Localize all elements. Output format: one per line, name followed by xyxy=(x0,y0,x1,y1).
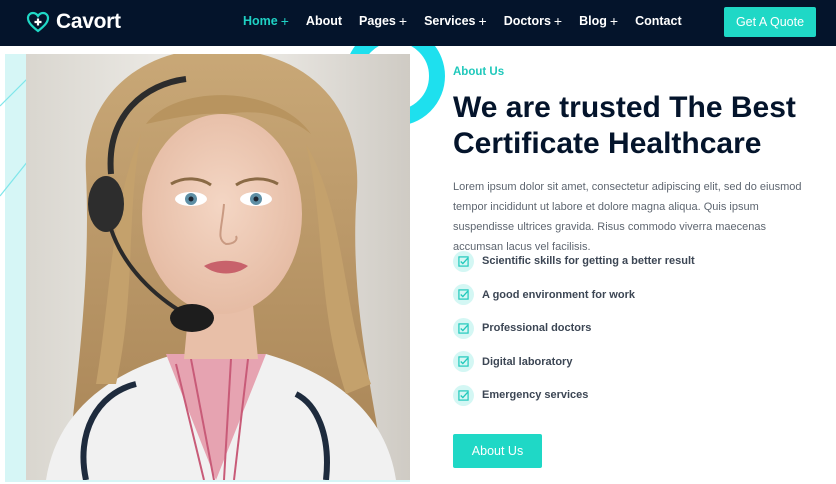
checkbox-icon xyxy=(453,250,474,272)
brand-name: Cavort xyxy=(56,10,121,33)
section-description: Lorem ipsum dolor sit amet, consectetur … xyxy=(453,181,802,253)
list-item: Scientific skills for getting a better r… xyxy=(453,250,813,272)
list-item: Emergency services xyxy=(453,384,813,406)
feature-text: Digital laboratory xyxy=(482,355,573,368)
nav-item-label: Services xyxy=(424,14,476,28)
nav-item-label: Contact xyxy=(635,14,682,28)
nav-item-contact[interactable]: Contact xyxy=(635,14,682,28)
nav-item-services[interactable]: Services + xyxy=(424,14,487,28)
get-quote-button[interactable]: Get A Quote xyxy=(724,7,816,37)
plus-icon: + xyxy=(478,13,487,29)
nav-item-label: About xyxy=(305,14,343,28)
list-item: Digital laboratory xyxy=(453,351,813,373)
navbar: Cavort Home + About Pages + Services + D… xyxy=(0,0,836,46)
plus-icon: + xyxy=(609,13,619,29)
list-item: A good environment for work xyxy=(453,284,813,306)
checkbox-icon xyxy=(453,317,474,339)
feature-text: Scientific skills for getting a better r… xyxy=(482,255,695,267)
checkbox-icon xyxy=(453,351,474,372)
heart-plus-icon xyxy=(26,11,50,33)
feature-list: Scientific skills for getting a better r… xyxy=(453,250,813,418)
plus-icon: + xyxy=(280,13,289,29)
nav-item-label: Doctors xyxy=(503,14,551,28)
nav-item-label: Pages xyxy=(359,14,396,28)
main-nav: Home + About Pages + Services + Doctors … xyxy=(243,14,699,28)
section-heading: We are trusted The Best Certificate Heal… xyxy=(453,91,796,160)
section-eyebrow: About Us xyxy=(453,66,505,78)
feature-text: A good environment for work xyxy=(482,288,635,301)
feature-text: Professional doctors xyxy=(482,322,592,334)
brand-logo[interactable]: Cavort xyxy=(26,10,121,34)
nav-item-about[interactable]: About xyxy=(306,14,342,28)
about-us-button[interactable]: About Us xyxy=(453,434,542,468)
doctor-photo xyxy=(26,54,410,480)
plus-icon: + xyxy=(398,13,408,29)
nav-item-label: Home xyxy=(243,14,278,28)
list-item: Professional doctors xyxy=(453,317,813,339)
nav-item-pages[interactable]: Pages + xyxy=(359,14,407,28)
nav-item-blog[interactable]: Blog + xyxy=(579,14,618,28)
nav-item-doctors[interactable]: Doctors + xyxy=(504,14,562,28)
checkbox-icon xyxy=(453,284,474,305)
nav-item-label: Blog xyxy=(579,14,607,28)
checkbox-icon xyxy=(453,384,474,406)
plus-icon: + xyxy=(553,13,563,29)
about-image-area xyxy=(0,46,450,484)
nav-item-home[interactable]: Home + xyxy=(243,14,289,28)
feature-text: Emergency services xyxy=(482,389,589,401)
